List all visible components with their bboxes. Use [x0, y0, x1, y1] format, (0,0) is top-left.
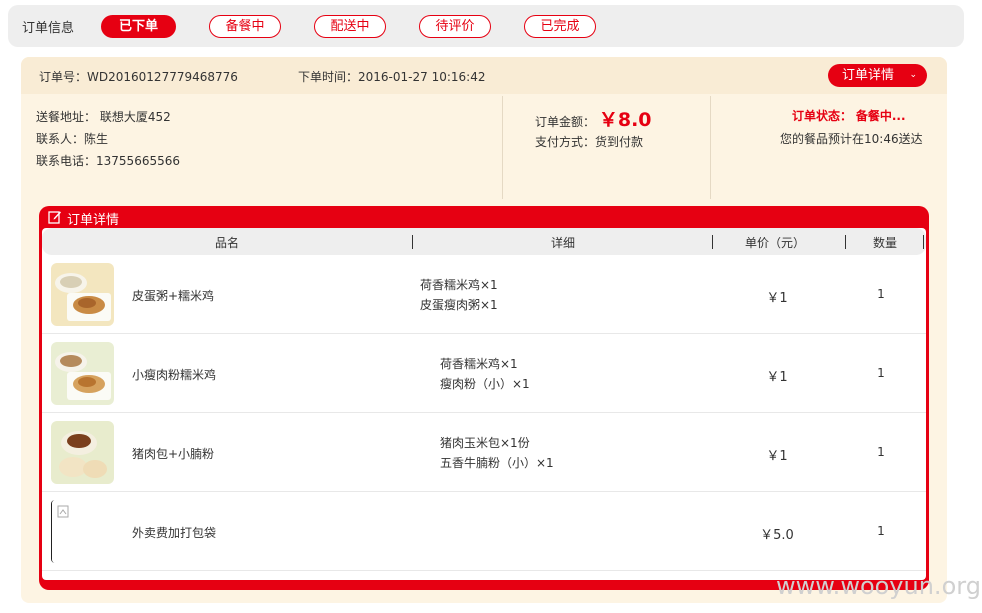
contact-person: 联系人：陈生 — [36, 132, 109, 146]
column-qty: 数量 — [872, 236, 897, 250]
item-price: ￥1 — [766, 449, 788, 464]
item-details: 猪肉玉米包×1份 五香牛腩粉（小）×1 — [440, 436, 554, 470]
item-price: ￥1 — [766, 291, 788, 306]
payment-method: 支付方式：货到付款 — [535, 135, 644, 149]
order-amount-value: ￥8.0 — [598, 109, 652, 131]
status-bar-label: 订单信息 — [22, 21, 75, 36]
table-row: 小瘦肉粉糯米鸡 荷香糯米鸡×1 瘦肉粉（小）×1 ￥1 1 — [42, 334, 926, 413]
item-details: 荷香糯米鸡×1 瘦肉粉（小）×1 — [440, 357, 530, 391]
column-separator — [845, 235, 846, 249]
order-time: 下单时间：2016-01-27 10:16:42 — [298, 70, 486, 84]
item-qty: 1 — [877, 524, 885, 538]
order-amount: 订单金额： ￥8.0 — [535, 109, 652, 131]
tab-to-review[interactable]: 待评价 — [419, 15, 491, 38]
item-price: ￥5.0 — [760, 528, 794, 543]
delivery-eta: 您的餐品预计在10:46送达 — [780, 132, 923, 146]
item-name: 小瘦肉粉糯米鸡 — [132, 368, 217, 382]
detail-panel-title: 订单详情 — [67, 213, 120, 228]
tab-completed[interactable]: 已完成 — [524, 15, 596, 38]
chevron-down-icon: ⌄ — [909, 70, 917, 80]
order-detail-button[interactable]: 订单详情 ⌄ — [828, 64, 927, 87]
item-name: 外卖费加打包袋 — [132, 526, 217, 540]
food-image — [51, 342, 114, 405]
order-number: 订单号：WD20160127779468776 — [39, 70, 238, 84]
order-header: 订单号：WD20160127779468776 下单时间：2016-01-27 … — [21, 57, 947, 94]
broken-image-icon — [51, 500, 114, 563]
column-detail: 详细 — [550, 236, 575, 250]
table-row: 猪肉包+小腩粉 猪肉玉米包×1份 五香牛腩粉（小）×1 ￥1 1 — [42, 413, 926, 492]
order-status: 订单状态： 备餐中... — [792, 109, 906, 123]
tab-ordered[interactable]: 已下单 — [101, 15, 176, 38]
item-name: 猪肉包+小腩粉 — [132, 447, 215, 461]
watermark: www.wooyun.org — [776, 572, 981, 600]
divider — [502, 96, 503, 199]
edit-icon — [48, 211, 61, 224]
column-price: 单价（元） — [744, 236, 805, 250]
item-qty: 1 — [877, 366, 885, 380]
food-image — [51, 421, 114, 484]
column-separator — [412, 235, 413, 249]
item-qty: 1 — [877, 445, 885, 459]
divider — [710, 96, 711, 199]
item-price: ￥1 — [766, 370, 788, 385]
table-row: 外卖费加打包袋 ￥5.0 1 — [42, 492, 926, 571]
item-details: 荷香糯米鸡×1 皮蛋瘦肉粥×1 — [420, 278, 498, 312]
order-status-bar: 订单信息 已下单 备餐中 配送中 待评价 已完成 — [8, 5, 964, 47]
table-header: 品名 详细 单价（元） 数量 — [42, 228, 926, 255]
contact-phone: 联系电话：13755665566 — [36, 154, 180, 168]
column-name: 品名 — [214, 236, 239, 250]
table-row: 皮蛋粥+糯米鸡 荷香糯米鸡×1 皮蛋瘦肉粥×1 ￥1 1 — [42, 255, 926, 334]
order-detail-panel: 订单详情 品名 详细 单价（元） 数量 皮蛋粥+糯米鸡 荷香糯米鸡×1 皮蛋瘦肉… — [39, 206, 929, 590]
tab-delivering[interactable]: 配送中 — [314, 15, 386, 38]
item-qty: 1 — [877, 287, 885, 301]
item-name: 皮蛋粥+糯米鸡 — [132, 289, 215, 303]
food-image — [51, 263, 114, 326]
column-separator — [923, 235, 924, 249]
column-separator — [712, 235, 713, 249]
order-items-table: 品名 详细 单价（元） 数量 皮蛋粥+糯米鸡 荷香糯米鸡×1 皮蛋瘦肉粥×1 ￥… — [42, 228, 926, 580]
tab-preparing[interactable]: 备餐中 — [209, 15, 281, 38]
delivery-address: 送餐地址： 联想大厦452 — [36, 110, 171, 124]
order-card: 订单号：WD20160127779468776 下单时间：2016-01-27 … — [21, 57, 947, 603]
